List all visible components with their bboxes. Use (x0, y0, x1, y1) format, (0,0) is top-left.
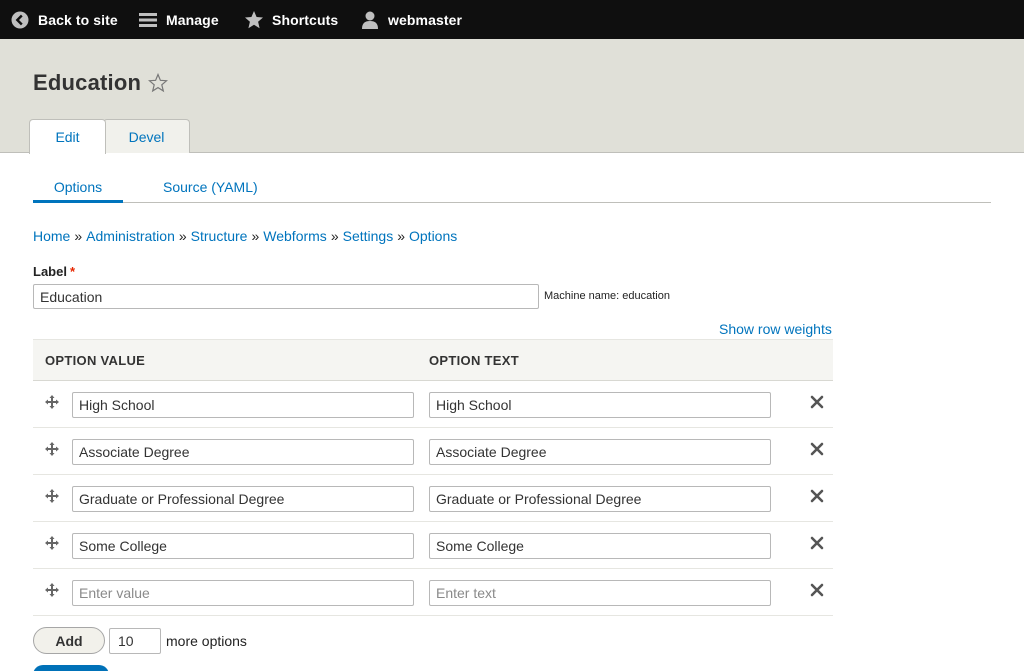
table-row (33, 522, 833, 569)
manage-label: Manage (166, 11, 219, 28)
option-value-input[interactable] (72, 439, 414, 465)
drag-handle-icon[interactable] (45, 442, 59, 456)
hamburger-menu-icon (139, 12, 157, 27)
breadcrumb-separator: » (251, 228, 260, 244)
option-text-input[interactable] (429, 486, 771, 512)
table-row (33, 428, 833, 475)
page-title: Education (33, 70, 142, 95)
breadcrumb-separator: » (330, 228, 339, 244)
add-button[interactable]: Add (33, 627, 105, 654)
drag-handle-icon[interactable] (45, 395, 59, 409)
option-text-input[interactable] (429, 580, 771, 606)
back-to-site-link[interactable]: Back to site (10, 0, 118, 39)
star-icon (245, 10, 263, 28)
tab-devel-label: Devel (128, 128, 165, 145)
column-header-option-value: OPTION VALUE (45, 353, 146, 368)
drag-handle-icon[interactable] (45, 583, 59, 597)
back-arrow-icon (11, 11, 29, 28)
page-header: Education Devel Edit (0, 39, 1024, 154)
table-header: OPTION VALUE OPTION TEXT (33, 339, 833, 381)
breadcrumb-administration[interactable]: Administration (86, 228, 175, 244)
tab-options-label: Options (53, 179, 103, 195)
breadcrumb-settings[interactable]: Settings (343, 228, 394, 244)
back-to-site-label: Back to site (38, 11, 118, 28)
breadcrumb-separator: » (397, 228, 405, 244)
remove-row-icon[interactable] (810, 442, 824, 456)
option-value-input[interactable] (72, 533, 414, 559)
more-options-count-input[interactable] (109, 628, 161, 654)
tab-devel[interactable]: Devel (103, 119, 190, 153)
label-field-title-text: Label (33, 264, 67, 279)
breadcrumb-home[interactable]: Home (33, 228, 70, 244)
show-row-weights-link[interactable]: Show row weights (719, 321, 832, 337)
shortcuts-label: Shortcuts (272, 11, 339, 28)
secondary-tabs: Options Source (YAML) (33, 167, 991, 203)
tab-source-yaml[interactable]: Source (YAML) (163, 167, 258, 203)
admin-toolbar: Back to site Manage Shortcuts webmaster (0, 0, 1024, 39)
breadcrumb-options[interactable]: Options (409, 228, 457, 244)
option-text-input[interactable] (429, 392, 771, 418)
breadcrumb-structure[interactable]: Structure (191, 228, 248, 244)
remove-row-icon[interactable] (810, 583, 824, 597)
option-value-input[interactable] (72, 580, 414, 606)
drag-handle-icon[interactable] (45, 489, 59, 503)
user-menu-button[interactable]: webmaster (360, 0, 462, 39)
more-options-label: more options (166, 633, 247, 649)
drag-handle-icon[interactable] (45, 536, 59, 550)
breadcrumb-separator: » (74, 228, 83, 244)
breadcrumb-separator: » (178, 228, 187, 244)
remove-row-icon[interactable] (810, 395, 824, 409)
option-text-input[interactable] (429, 533, 771, 559)
table-row (33, 569, 833, 616)
options-table: OPTION VALUE OPTION TEXT (33, 339, 833, 616)
user-icon (362, 11, 378, 29)
shortcuts-menu-button[interactable]: Shortcuts (244, 0, 338, 39)
manage-menu-button[interactable]: Manage (138, 0, 219, 39)
table-row (33, 475, 833, 522)
table-row (33, 381, 833, 428)
breadcrumb: Home» Administration» Structure» Webforms» S… (33, 228, 457, 244)
option-value-input[interactable] (72, 486, 414, 512)
required-marker: * (69, 264, 76, 279)
label-input[interactable] (33, 284, 539, 309)
tab-edit[interactable]: Edit (29, 119, 106, 154)
tab-edit-label: Edit (55, 129, 80, 145)
remove-row-icon[interactable] (810, 489, 824, 503)
option-text-input[interactable] (429, 439, 771, 465)
tab-source-yaml-label: Source (YAML) (163, 179, 258, 195)
username-label: webmaster (388, 11, 463, 28)
remove-row-icon[interactable] (810, 536, 824, 550)
save-button[interactable] (33, 665, 109, 671)
option-value-input[interactable] (72, 392, 414, 418)
favorite-star-icon[interactable] (148, 73, 168, 93)
tab-options[interactable]: Options (33, 167, 123, 203)
breadcrumb-webforms[interactable]: Webforms (263, 228, 327, 244)
machine-name-text: Machine name: education (544, 290, 670, 302)
label-field-title: Label * (33, 264, 75, 279)
column-header-option-text: OPTION TEXT (429, 353, 519, 368)
